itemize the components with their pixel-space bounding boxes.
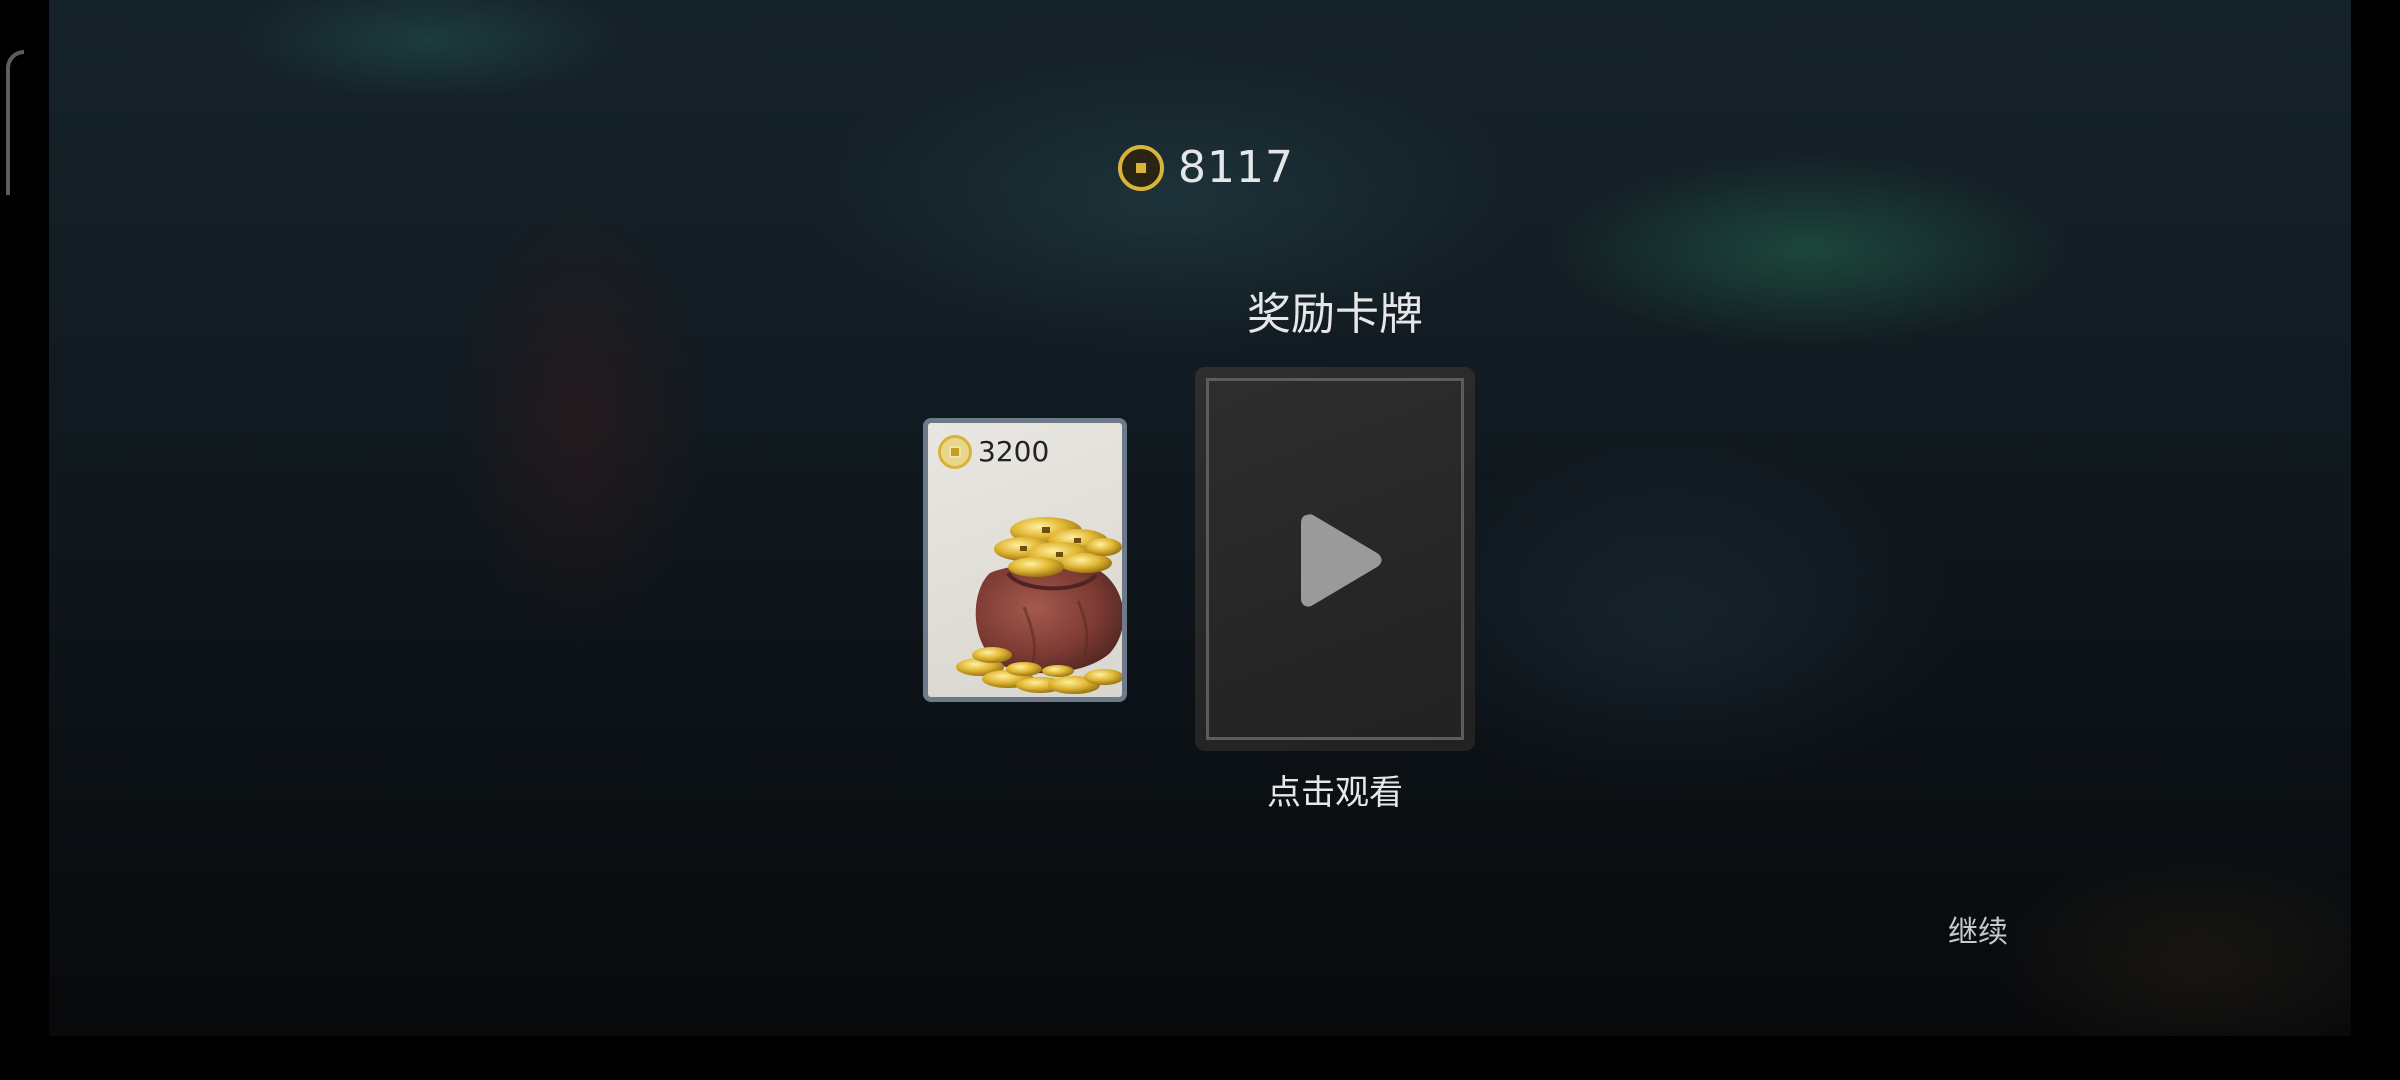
coin-balance-value: 8117 [1178, 142, 1294, 193]
coin-icon [938, 435, 972, 469]
left-edge-bracket [6, 50, 24, 195]
coin-icon [1118, 145, 1164, 191]
continue-button[interactable]: 继续 [1928, 908, 2028, 958]
reward-card: 3200 [923, 418, 1127, 702]
reward-card-price-value: 3200 [978, 435, 1050, 468]
game-screen: 8117 奖励卡牌 3200 点击观看 继续 [0, 0, 2400, 1080]
reward-card-price: 3200 [938, 435, 1049, 469]
coin-balance: 8117 [1118, 140, 1294, 196]
watch-video-card[interactable] [1195, 367, 1475, 751]
reward-title: 奖励卡牌 [1247, 289, 1423, 340]
watch-video-caption[interactable]: 点击观看 [1200, 768, 1470, 818]
play-icon [1301, 514, 1382, 607]
